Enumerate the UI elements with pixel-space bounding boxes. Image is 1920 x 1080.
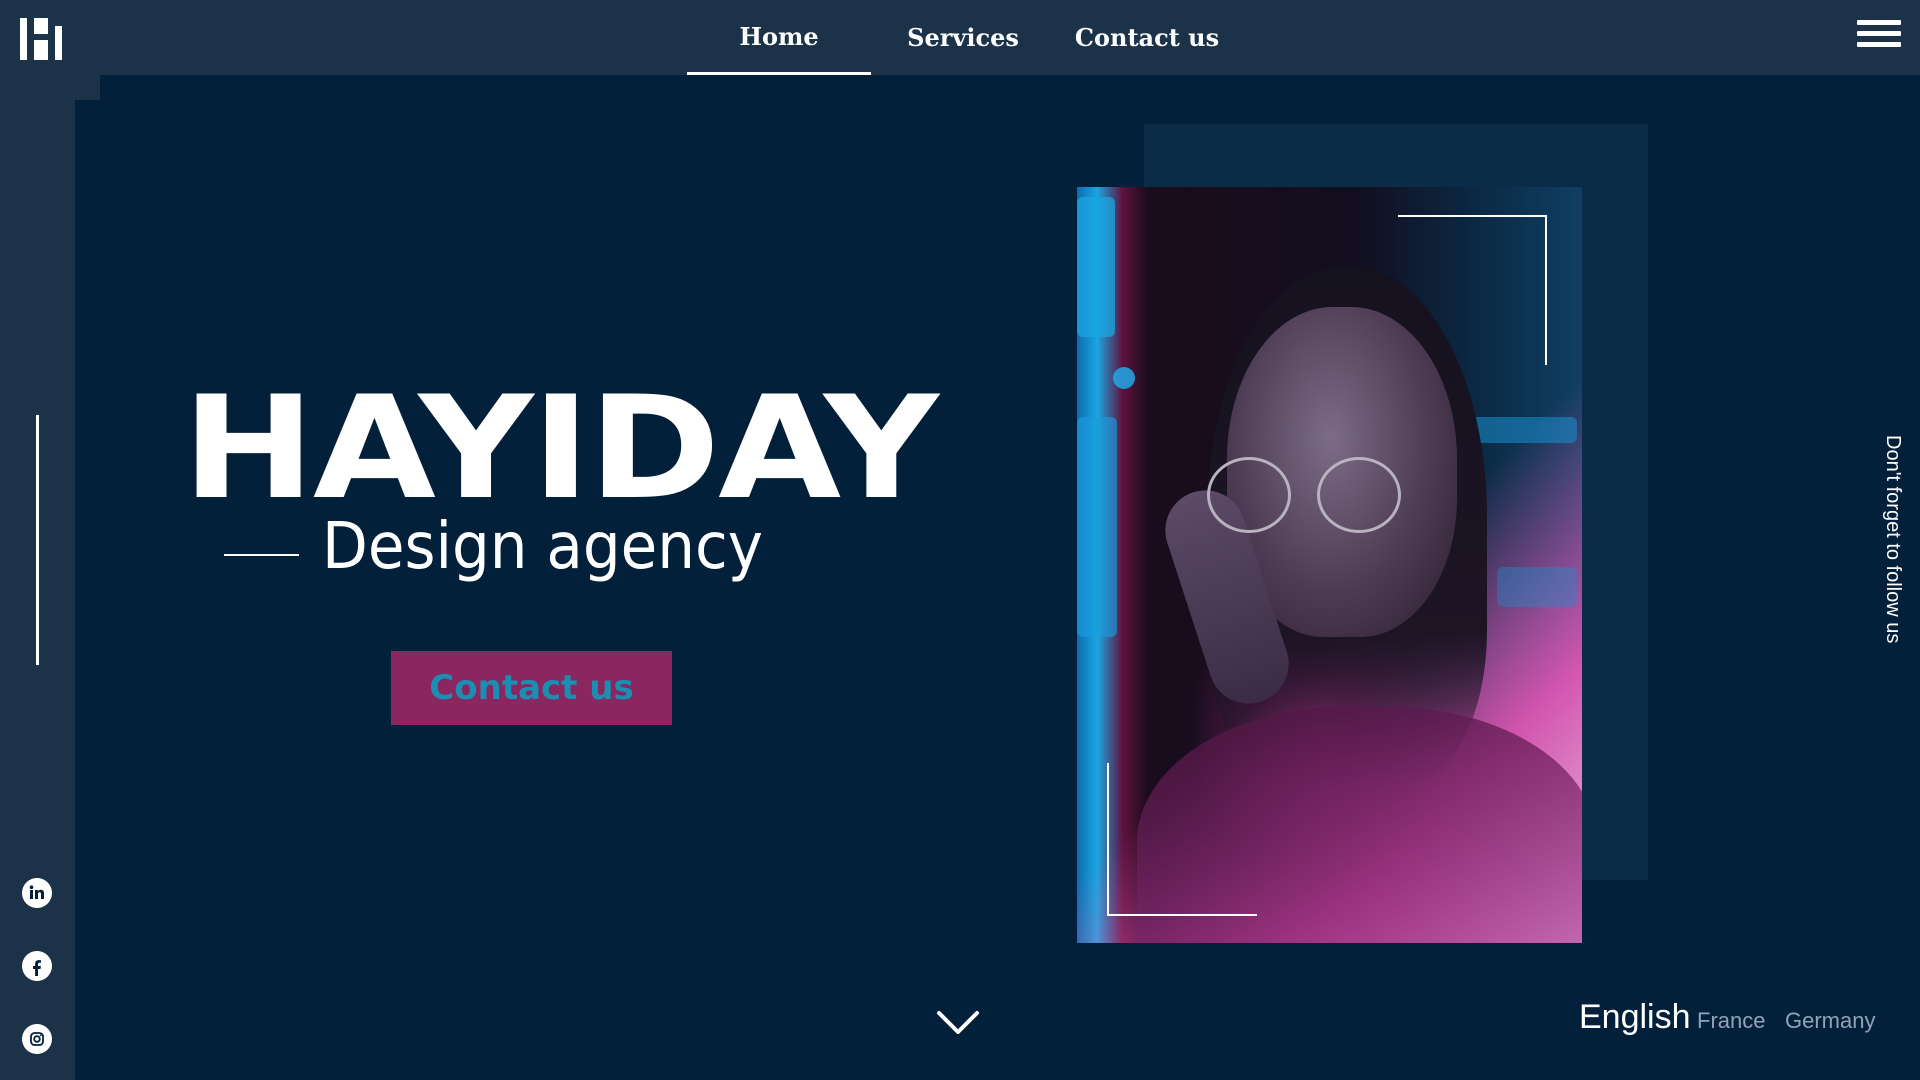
neon-light bbox=[1077, 417, 1117, 637]
hero-subtitle: Design agency bbox=[322, 510, 763, 584]
glasses-left-lens bbox=[1207, 457, 1291, 533]
menu-bar bbox=[1857, 42, 1901, 47]
nav-home[interactable]: Home bbox=[687, 0, 871, 75]
contact-us-button[interactable]: Contact us bbox=[391, 651, 672, 725]
language-france[interactable]: France bbox=[1697, 1008, 1765, 1034]
linkedin-icon[interactable] bbox=[22, 878, 52, 908]
frame-corner-top-right bbox=[1398, 215, 1547, 365]
subtitle-dash bbox=[224, 554, 299, 556]
chevron-down-icon[interactable] bbox=[935, 1008, 981, 1038]
language-germany[interactable]: Germany bbox=[1785, 1008, 1875, 1034]
nav-services[interactable]: Services bbox=[871, 0, 1055, 75]
glasses-right-lens bbox=[1317, 457, 1401, 533]
frame-corner-bottom-left bbox=[1107, 763, 1257, 916]
hamburger-menu-icon[interactable] bbox=[1857, 20, 1901, 56]
nav-contact-us[interactable]: Contact us bbox=[1055, 0, 1239, 75]
neon-light bbox=[1077, 197, 1115, 337]
sidebar-divider bbox=[36, 415, 39, 665]
facebook-icon[interactable] bbox=[22, 951, 52, 981]
hero-title: HAYIDAY bbox=[182, 366, 939, 531]
language-english[interactable]: English bbox=[1579, 998, 1691, 1037]
neon-light bbox=[1113, 367, 1135, 389]
instagram-icon[interactable] bbox=[22, 1024, 52, 1054]
menu-bar bbox=[1857, 31, 1901, 36]
menu-bar bbox=[1857, 20, 1901, 25]
neon-light bbox=[1497, 567, 1577, 607]
follow-us-text: Don't forget to follow us bbox=[1882, 435, 1904, 644]
h-logo-icon[interactable] bbox=[20, 18, 80, 78]
main-nav: Home Services Contact us bbox=[687, 0, 1239, 75]
sidebar-corner bbox=[75, 75, 100, 100]
